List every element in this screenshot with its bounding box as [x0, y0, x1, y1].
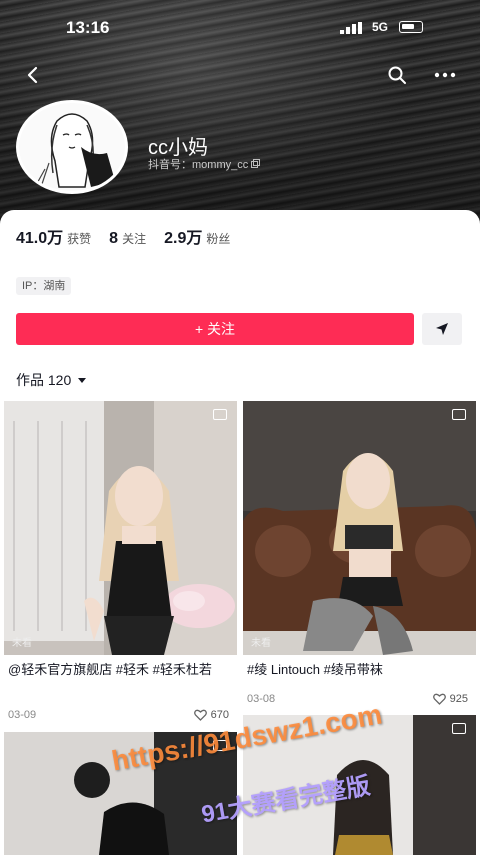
avatar-illustration — [19, 103, 125, 191]
video-thumbnail: 未看 — [4, 401, 237, 655]
video-thumbnail-image — [4, 401, 237, 655]
video-date: 03-09 — [8, 709, 37, 721]
following-value: 8 — [109, 230, 119, 247]
search-icon — [388, 66, 406, 84]
video-card[interactable]: 未看 #绫 Lintouch #绫吊带袜 03-08 925 — [243, 401, 476, 711]
search-button[interactable] — [380, 60, 414, 90]
stats-row: 41.0万 获赞 8 关注 2.9万 粉丝 — [16, 224, 230, 248]
video-meta: 03-09 670 — [8, 709, 229, 721]
dropdown-icon — [78, 377, 87, 383]
video-likes[interactable]: 925 — [432, 693, 468, 705]
works-label: 作品 120 — [16, 372, 72, 388]
likes-label: 获赞 — [67, 232, 92, 246]
multi-image-icon — [213, 409, 227, 420]
douyin-id[interactable]: 抖音号：mommy_cc — [148, 156, 261, 172]
works-tab[interactable]: 作品 120 — [16, 370, 87, 390]
more-icon — [434, 72, 456, 78]
stat-followers[interactable]: 2.9万 粉丝 — [164, 224, 230, 248]
heart-icon — [193, 709, 207, 721]
following-label: 关注 — [122, 232, 147, 246]
video-card[interactable]: 未看 @轻禾官方旗舰店 #轻禾 #轻禾杜若 03-09 670 — [4, 401, 237, 727]
likes-count: 925 — [449, 693, 468, 705]
video-thumbnail-image — [243, 401, 476, 655]
multi-image-icon — [452, 723, 466, 734]
back-icon — [27, 66, 38, 84]
video-thumbnail: 未看 — [243, 401, 476, 655]
video-caption: @轻禾官方旗舰店 #轻禾 #轻禾杜若 — [8, 662, 212, 677]
stat-likes[interactable]: 41.0万 获赞 — [16, 224, 91, 248]
followers-value: 2.9万 — [164, 230, 203, 247]
copy-icon — [251, 159, 261, 168]
status-time: 13:16 — [66, 18, 110, 37]
heart-icon — [432, 693, 446, 705]
likes-count: 670 — [210, 709, 229, 721]
douyin-id-text: 抖音号：mommy_cc — [148, 159, 249, 171]
network-label: 5G — [372, 20, 389, 34]
signal-icon — [340, 22, 364, 34]
video-caption: #绫 Lintouch #绫吊带袜 — [247, 662, 383, 677]
avatar[interactable] — [16, 100, 128, 194]
more-button[interactable] — [428, 60, 462, 90]
unseen-label: 未看 — [12, 638, 32, 649]
followers-label: 粉丝 — [206, 232, 231, 246]
ip-location-tag: IP：湖南 — [16, 277, 72, 295]
video-likes[interactable]: 670 — [193, 709, 229, 721]
back-button[interactable] — [16, 60, 50, 90]
share-icon — [436, 323, 448, 335]
status-bar: 13:16 5G — [0, 14, 480, 40]
battery-icon — [399, 21, 423, 33]
multi-image-icon — [452, 409, 466, 420]
follow-button[interactable]: + 关注 — [16, 313, 414, 345]
likes-value: 41.0万 — [16, 230, 64, 247]
video-date: 03-08 — [247, 693, 276, 705]
stat-following[interactable]: 8 关注 — [109, 230, 146, 248]
unseen-label: 未看 — [251, 638, 271, 649]
share-button[interactable] — [422, 313, 462, 345]
